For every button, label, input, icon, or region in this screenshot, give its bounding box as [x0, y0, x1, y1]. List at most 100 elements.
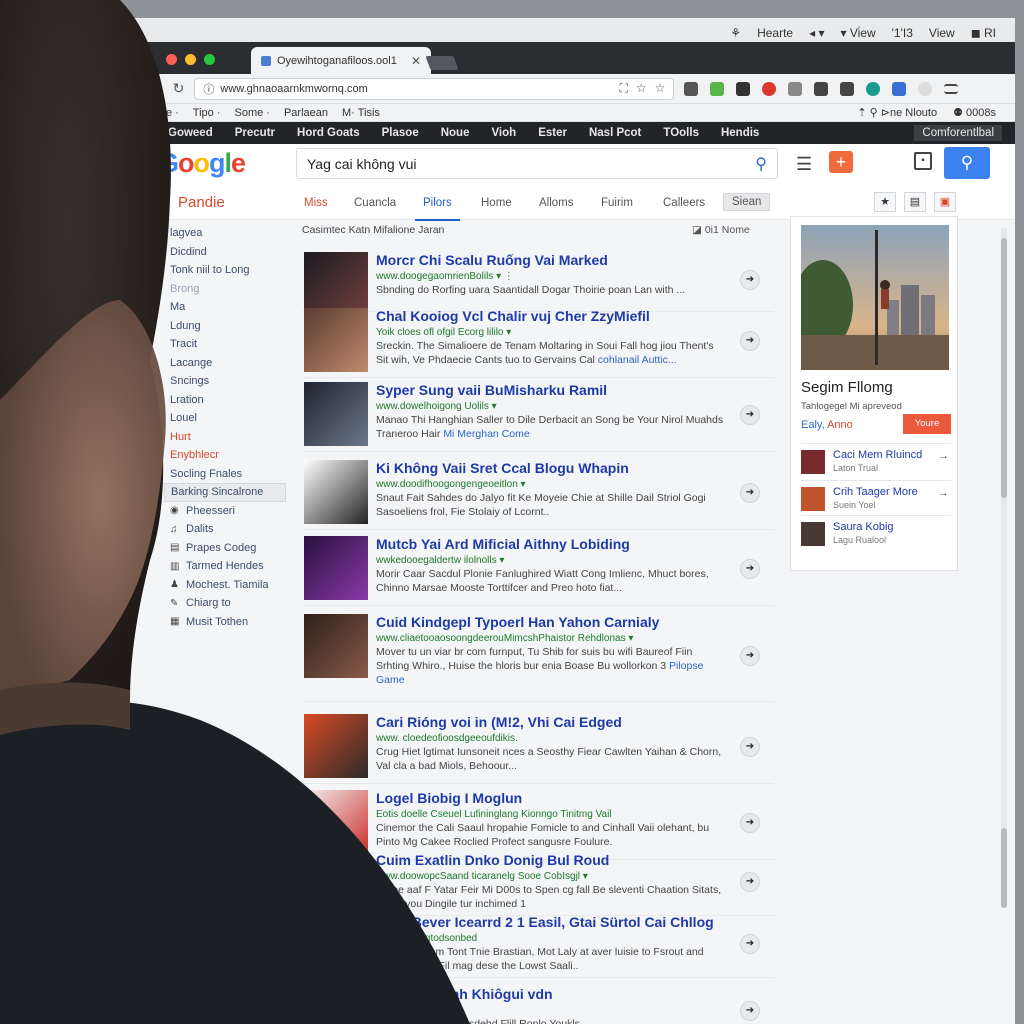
extension-icon[interactable]: [736, 81, 751, 96]
nav-right-button[interactable]: Comforentlbal: [914, 125, 1002, 141]
sidebar-item[interactable]: ✎ Chiarg to: [136, 594, 286, 613]
nav-item[interactable]: TOolls: [663, 127, 699, 139]
account-icon[interactable]: ▪: [914, 152, 932, 170]
search-icon[interactable]: ⚲: [755, 154, 767, 174]
result-thumbnail[interactable]: [304, 536, 368, 600]
result-thumbnail[interactable]: [304, 986, 368, 1024]
result-arrow-icon[interactable]: ➔: [740, 737, 760, 757]
new-tab-button[interactable]: [425, 56, 459, 70]
sidebar-item[interactable]: Barking Sincalrone: [164, 483, 286, 502]
close-window-button[interactable]: [166, 54, 177, 65]
nav-item[interactable]: Hord Goats: [297, 127, 360, 139]
result-title[interactable]: Morcr Chi Scalu Ruống Vai Marked: [376, 252, 608, 268]
sidebar-item[interactable]: Sncings: [136, 372, 286, 391]
result-arrow-icon[interactable]: ➔: [740, 1001, 760, 1021]
sidebar-item[interactable]: Brong: [136, 280, 286, 299]
sidebar-item[interactable]: Tonk niil to Long: [136, 261, 286, 280]
extension-icon[interactable]: [684, 81, 699, 96]
tab-alloms[interactable]: Alloms: [539, 197, 574, 209]
sidebar-item[interactable]: Enybhlecr: [136, 446, 286, 465]
panel-link[interactable]: Ealy,: [801, 419, 825, 431]
result-title[interactable]: Cari Rióng voi in (M!2, Vhi Cai Edged: [376, 714, 622, 730]
minimize-window-button[interactable]: [185, 54, 196, 65]
result-thumbnail[interactable]: [304, 252, 368, 308]
extension-icon[interactable]: [710, 81, 725, 96]
share-icon[interactable]: [840, 81, 855, 96]
result-url[interactable]: www. cloedeofioosdgeeoufdikis.: [376, 733, 518, 744]
result-arrow-icon[interactable]: ➔: [740, 270, 760, 290]
menu-icon[interactable]: ☰: [796, 154, 812, 175]
result-url[interactable]: www.doowopcSaand ticaranelg Sooe CobIsgj…: [376, 871, 588, 882]
tab-miss[interactable]: Miss: [304, 197, 328, 209]
profile-icon[interactable]: [918, 81, 933, 96]
result-thumbnail[interactable]: [304, 382, 368, 446]
panel-list-item[interactable]: Caci Mem Rluincd Laton Trual →: [801, 443, 951, 477]
menubar-item[interactable]: ◂ ▾: [809, 26, 824, 40]
sidebar-item[interactable]: Socling Fnales: [136, 465, 286, 484]
result-title[interactable]: Coar Bever Icearrd 2 1 Easil, Gtai Sürto…: [376, 914, 714, 930]
scrollbar-thumb[interactable]: [1001, 828, 1007, 908]
nav-item[interactable]: Goweed: [168, 127, 213, 139]
sidebar-item[interactable]: lagvea: [136, 224, 286, 243]
address-bar[interactable]: ⓘ www.ghnaoaarnkmwornq.com ⛶ ☆ ☆: [194, 77, 675, 100]
result-url[interactable]: wwkedooegaldertw ilolnolls ▾: [376, 555, 504, 566]
tab-pilors[interactable]: Pilors: [415, 197, 460, 221]
result-title[interactable]: Syper Sung vaii BuMisharku Ramil: [376, 382, 607, 398]
tab-fuirim[interactable]: Fuirim: [601, 197, 633, 209]
result-arrow-icon[interactable]: ➔: [740, 483, 760, 503]
menubar-item[interactable]: View: [929, 26, 955, 40]
result-title[interactable]: Ki Không Vaii Sret Ccal Blogu Whapin: [376, 460, 629, 476]
result-arrow-icon[interactable]: ➔: [740, 405, 760, 425]
result-arrow-icon[interactable]: ➔: [740, 813, 760, 833]
result-title[interactable]: Cuid Kindgepl Typoerl Han Yahon Carnialy: [376, 614, 659, 630]
panel-list-item[interactable]: Saura Kobig Lagu Rualool: [801, 515, 951, 549]
grid-icon[interactable]: ▤: [904, 192, 926, 212]
tab-siean[interactable]: Siean: [723, 193, 771, 211]
panel-link[interactable]: Anno: [827, 419, 853, 431]
arrow-right-icon[interactable]: →: [938, 450, 949, 462]
nav-item[interactable]: Vioh: [491, 127, 516, 139]
nav-item[interactable]: Hendis: [721, 127, 759, 139]
sidebar-item[interactable]: ◉ Pheesseri: [136, 502, 286, 521]
sidebar-item[interactable]: ♟ Mochest. Tiamila: [136, 576, 286, 595]
sidebar-item[interactable]: ▦ Musit Tothen: [136, 613, 286, 632]
menubar-item[interactable]: ▾ Vi̇ew: [840, 26, 875, 40]
bookmark-item[interactable]: Tipo ·: [193, 107, 221, 119]
result-snippet-link[interactable]: Mi Merghan Come: [443, 428, 529, 440]
result-title[interactable]: Curri Chii cah Khiôgui vdn: [376, 986, 553, 1002]
star-icon[interactable]: ☆: [636, 81, 647, 96]
result-thumbnail[interactable]: [304, 852, 368, 912]
sidebar-item[interactable]: Lration: [136, 391, 286, 410]
result-snippet-link[interactable]: cohlanail Auttic...: [598, 354, 677, 366]
result-url[interactable]: www.doogegaomrienBolils ▾ ⋮: [376, 271, 514, 282]
zoom-icon[interactable]: ⛶: [619, 81, 627, 96]
result-title[interactable]: Logel Biobig I Moglun: [376, 790, 522, 806]
tab-cuancla[interactable]: Cuancla: [354, 197, 396, 209]
result-arrow-icon[interactable]: ➔: [740, 872, 760, 892]
result-url[interactable]: Yoik cloes ofl ofgil Ecorg lililo ▾: [376, 327, 511, 338]
result-arrow-icon[interactable]: ➔: [740, 331, 760, 351]
share-icon[interactable]: [814, 81, 829, 96]
page-scrollbar[interactable]: [1001, 228, 1007, 908]
arrow-right-icon[interactable]: →: [938, 487, 949, 499]
panel-action-button[interactable]: Youre: [903, 414, 951, 434]
maximize-window-button[interactable]: [204, 54, 215, 65]
result-url[interactable]: www.cliaetooaosoongdeerouMimcshPhaistor …: [376, 633, 633, 644]
bookmark-item[interactable]: ⇡ ⚲ ⊳ne Nlouto: [857, 106, 937, 119]
result-thumbnail[interactable]: [304, 914, 368, 974]
sidebar-item[interactable]: ♫ Dalits: [136, 520, 286, 539]
nav-item[interactable]: Plasoe: [382, 127, 419, 139]
sidebar-item[interactable]: Tracit: [136, 335, 286, 354]
panel-image[interactable]: [801, 225, 949, 370]
bookmark-icon[interactable]: ☆: [655, 81, 666, 96]
extension-icon[interactable]: [788, 81, 803, 96]
search-button[interactable]: ⚲: [944, 147, 990, 179]
back-icon[interactable]: ‹: [158, 81, 163, 97]
extension-icon[interactable]: [892, 81, 907, 96]
result-thumbnail[interactable]: [304, 614, 368, 678]
sidebar-item[interactable]: ▤ Prapes Codeg: [136, 539, 286, 558]
result-thumbnail[interactable]: [304, 460, 368, 524]
result-url[interactable]: www.dowelhoigong Uolils ▾: [376, 401, 497, 412]
sidebar-item[interactable]: Hurt: [136, 428, 286, 447]
bookmark-item[interactable]: Parlaean: [284, 107, 328, 119]
